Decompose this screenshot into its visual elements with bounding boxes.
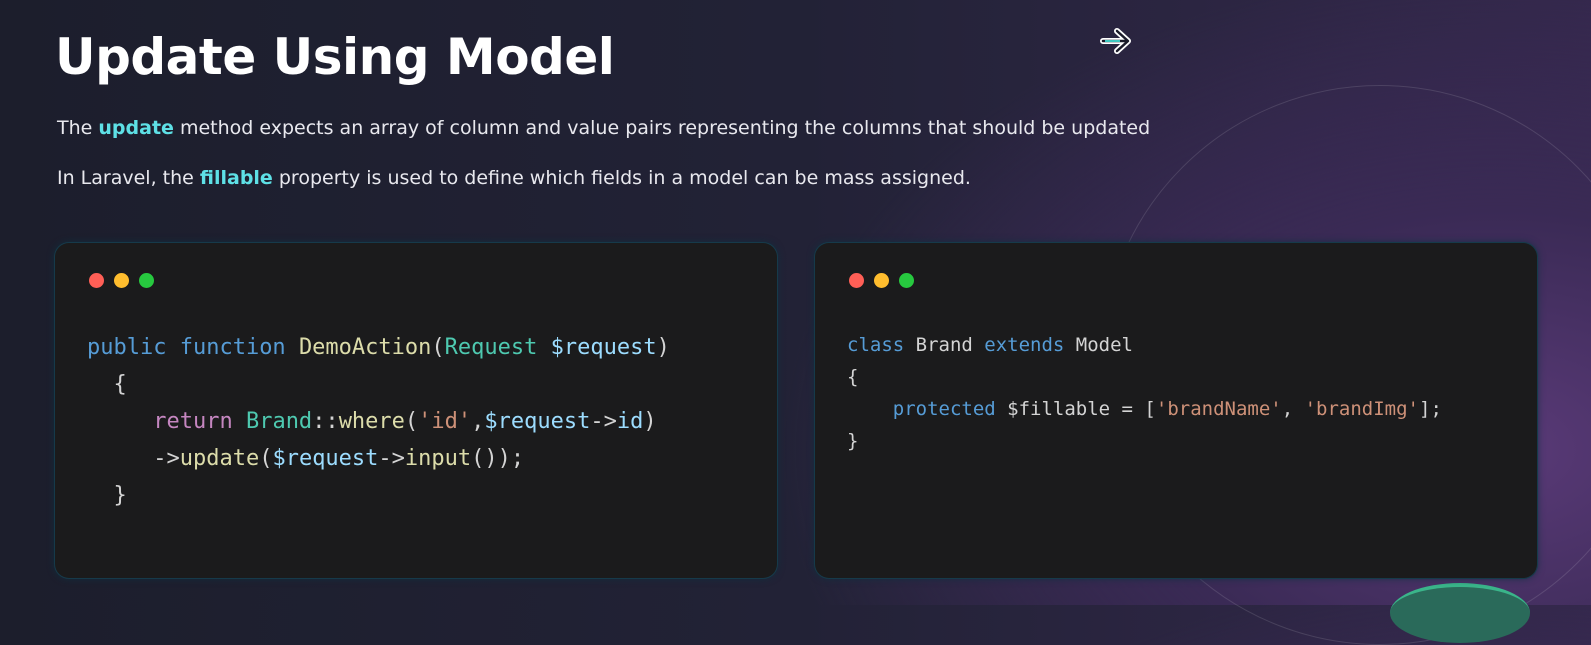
code-token: }: [87, 483, 127, 508]
window-controls: [89, 273, 154, 288]
code-token: ->: [378, 446, 405, 471]
window-controls: [849, 273, 914, 288]
code-token: ,: [1281, 398, 1305, 420]
code-line: return Brand::where('id',$request->id): [87, 403, 670, 440]
code-block: public function DemoAction(Request $requ…: [87, 329, 670, 514]
code-token: extends: [984, 334, 1076, 356]
code-token: ->: [87, 446, 180, 471]
code-token: $fillable = [: [1007, 398, 1156, 420]
close-dot-icon: [89, 273, 104, 288]
code-block: class Brand extends Model { protected $fi…: [847, 329, 1442, 457]
code-token: 'brandName': [1155, 398, 1282, 420]
close-dot-icon: [849, 273, 864, 288]
code-token: $request: [550, 335, 657, 360]
code-token: Brand: [915, 334, 985, 356]
code-token: class: [847, 334, 916, 356]
page-title: Update Using Model: [55, 28, 615, 86]
code-token: return: [87, 409, 246, 434]
code-token: input: [404, 446, 472, 471]
code-line: ->update($request->input());: [87, 440, 670, 477]
code-token: protected: [847, 398, 1008, 420]
code-token: (: [404, 409, 419, 434]
code-token: ->: [590, 409, 617, 434]
maximize-dot-icon: [139, 273, 154, 288]
code-token: ::: [312, 409, 339, 434]
keyword-highlight: update: [98, 117, 174, 139]
minimize-dot-icon: [874, 273, 889, 288]
code-token: ): [656, 335, 670, 360]
minimize-dot-icon: [114, 273, 129, 288]
code-token: public: [87, 335, 180, 360]
text: The: [57, 117, 99, 139]
code-token: $request: [272, 446, 379, 471]
code-token: {: [87, 372, 127, 397]
description-update: The update method expects an array of co…: [57, 117, 1150, 139]
code-token: }: [847, 430, 859, 452]
code-window-controller: public function DemoAction(Request $requ…: [55, 243, 777, 578]
decorative-blob: [1390, 583, 1530, 643]
text: In Laravel, the: [57, 167, 200, 189]
code-token: Brand: [245, 409, 313, 434]
arrow-right-icon[interactable]: [1100, 26, 1134, 56]
code-token: function: [179, 335, 299, 360]
code-token: ): [643, 409, 657, 434]
keyword-highlight: fillable: [199, 167, 273, 189]
code-token: (: [259, 446, 273, 471]
description-fillable: In Laravel, the fillable property is use…: [57, 167, 971, 189]
text: method expects an array of column and va…: [173, 117, 1151, 139]
text: property is used to define which fields …: [272, 167, 971, 189]
code-token: DemoAction: [298, 335, 432, 360]
code-token: {: [847, 366, 859, 388]
code-window-model: class Brand extends Model { protected $fi…: [815, 243, 1537, 578]
code-line: {: [87, 366, 670, 403]
code-token: Model: [1075, 334, 1133, 356]
code-token: (: [431, 335, 445, 360]
code-token: 'brandImg': [1304, 398, 1419, 420]
code-line: public function DemoAction(Request $requ…: [87, 329, 670, 366]
code-line: protected $fillable = ['brandName', 'bra…: [847, 393, 1442, 425]
code-line: }: [847, 425, 1442, 457]
code-token: update: [179, 446, 260, 471]
code-token: ];: [1419, 398, 1442, 420]
code-token: $request: [484, 409, 591, 434]
code-token: where: [338, 409, 405, 434]
code-line: }: [87, 477, 670, 514]
code-line: class Brand extends Model: [847, 329, 1442, 361]
code-token: ());: [471, 446, 525, 471]
code-token: id: [616, 409, 644, 434]
code-token: ,: [471, 409, 485, 434]
code-token: Request: [444, 335, 551, 360]
code-token: 'id': [418, 409, 472, 434]
maximize-dot-icon: [899, 273, 914, 288]
code-line: {: [847, 361, 1442, 393]
